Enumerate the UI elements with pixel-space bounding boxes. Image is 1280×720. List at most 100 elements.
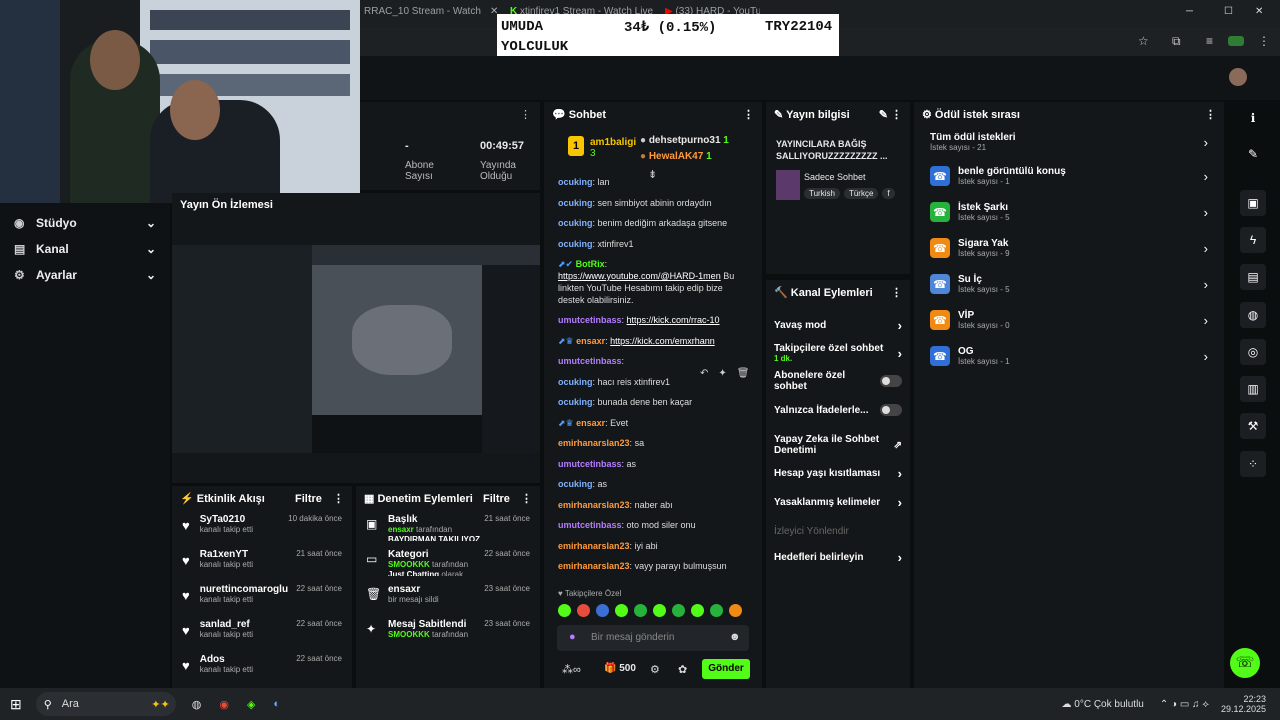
chat-message-bot[interactable]: ⬈✔ BotRix: https://www.youtube.com/@HARD… xyxy=(544,258,762,306)
lightning-icon[interactable]: ϟ xyxy=(1240,227,1266,253)
chat-username[interactable]: umutcetinbass xyxy=(558,315,622,325)
chat-message[interactable]: umutcetinbass: xyxy=(544,355,762,367)
toggle-switch[interactable] xyxy=(880,404,902,416)
info-icon[interactable]: ℹ xyxy=(1240,105,1266,131)
document-icon[interactable]: ▤ xyxy=(1240,264,1266,290)
chat-message[interactable]: ocuking: as xyxy=(544,478,762,490)
chat-input[interactable]: ● Bir mesaj gönderin ☻ xyxy=(557,625,749,651)
mod-action[interactable]: Hedefleri belirleyin › xyxy=(766,542,910,572)
chat-message[interactable]: ocuking: sen simbiyot abinin ordaydın xyxy=(544,197,762,209)
chat-message[interactable]: emirhanarslan23: vayy parayı bulmuşsun xyxy=(544,560,762,572)
broadcast-icon[interactable]: ◎ xyxy=(1240,339,1266,365)
nav-settings[interactable]: ⚙ Ayarlar ⌄ xyxy=(0,262,170,288)
chat-username[interactable]: BotRix xyxy=(576,259,605,269)
more-icon[interactable]: ⋮ xyxy=(891,286,902,299)
emote-icon[interactable] xyxy=(672,604,685,617)
audit-actor[interactable]: SMOOKKK xyxy=(388,630,430,639)
apps-icon[interactable]: ⁘ xyxy=(1240,451,1266,477)
points-display[interactable]: 🎁 500 xyxy=(604,663,636,674)
delete-icon[interactable]: 🗑 xyxy=(737,368,750,379)
mic-icon[interactable]: ● xyxy=(569,631,576,643)
stream-preview[interactable] xyxy=(172,245,540,453)
mod-action[interactable]: Yasaklanmış kelimeler › xyxy=(766,484,910,520)
chat-text[interactable]: https://kick.com/rrac-10 xyxy=(627,315,720,325)
leader-3[interactable]: ● HewalAK47 1 xyxy=(640,151,712,162)
emote-icon[interactable] xyxy=(577,604,590,617)
app-icon-1[interactable]: ◍ xyxy=(192,698,202,711)
chat-username[interactable]: ocuking xyxy=(558,198,593,208)
chat-message[interactable]: emirhanarslan23: sa xyxy=(544,437,762,449)
chat-username[interactable]: emirhanarslan23 xyxy=(558,561,630,571)
pencil-icon[interactable]: ✎ xyxy=(1240,141,1266,167)
reward-item[interactable]: ☎ Su İç İstek sayısı - 5 › xyxy=(914,266,1224,302)
tray-icons[interactable]: ⌃ ◑ ▭ ♫ ⟡ xyxy=(1160,699,1209,710)
chat-username[interactable]: ocuking xyxy=(558,397,593,407)
weather[interactable]: ☁ 0°C Çok bulutlu xyxy=(1061,699,1143,710)
mod-action[interactable]: Yalnızca İfadelerle... xyxy=(766,392,910,428)
steam-icon[interactable]: ◐ xyxy=(273,698,280,710)
chat-username[interactable]: ocuking xyxy=(558,239,593,249)
emote-icon[interactable] xyxy=(691,604,704,617)
chat-link[interactable]: https://www.youtube.com/@HARD-1men xyxy=(558,271,721,281)
chat-icon[interactable]: ◍ xyxy=(1240,302,1266,328)
nav-channel[interactable]: ▤ Kanal ⌄ xyxy=(0,236,170,262)
chat-text[interactable]: https://kick.com/emxrhann xyxy=(610,336,715,346)
chat-message[interactable]: umutcetinbass: https://kick.com/rrac-10 xyxy=(544,314,762,326)
audit-item[interactable]: ✦ Mesaj Sabitlendi SMOOKKK tarafından 23 sa… xyxy=(356,615,540,650)
maximize-button[interactable]: ☐ xyxy=(1224,6,1233,26)
audit-filter[interactable]: Filtre ⋮ xyxy=(483,492,532,505)
more-icon[interactable]: ⋮ xyxy=(520,108,531,121)
media-icon[interactable]: ≡ xyxy=(1206,34,1213,48)
chat-username[interactable]: umutcetinbass xyxy=(558,356,622,366)
mod-action[interactable]: Abonelere özel sohbet xyxy=(766,370,910,392)
mod-action[interactable]: Yavaş mod › xyxy=(766,314,910,336)
audit-item[interactable]: 🗑 ensaxr bir mesajı sildi 23 saat önce xyxy=(356,580,540,615)
pin-icon[interactable]: ✦ xyxy=(718,368,726,379)
mod-tools-icon[interactable]: ⁂∞ xyxy=(562,663,581,676)
emote-icon[interactable] xyxy=(558,604,571,617)
chat-message[interactable]: umutcetinbass: oto mod siler onu xyxy=(544,519,762,531)
tag[interactable]: f xyxy=(882,188,895,199)
tag[interactable]: Türkçe xyxy=(843,188,879,199)
clock[interactable]: 22:23 29.12.2025 xyxy=(1221,694,1266,714)
extensions-icon[interactable]: ⧉ xyxy=(1172,34,1181,49)
reply-icon[interactable]: ↶ xyxy=(700,368,708,379)
chat-message[interactable]: umutcetinbass: as xyxy=(544,458,762,470)
star-icon[interactable]: ☆ xyxy=(1138,34,1149,48)
camera-icon[interactable]: ▣ xyxy=(1240,190,1266,216)
chat-message[interactable]: ocuking: bunada dene ben kaçar xyxy=(544,396,762,408)
support-button[interactable]: ☏ xyxy=(1230,648,1260,678)
gift-icon[interactable]: ✿ xyxy=(678,663,687,676)
activity-item[interactable]: ♥ sanlad_ref kanalı takip etti 22 saat önce xyxy=(172,615,352,650)
gear-icon[interactable]: ⚙ xyxy=(650,663,660,676)
emoji-icon[interactable]: ☻ xyxy=(729,631,741,643)
mod-action[interactable]: Yapay Zeka ile Sohbet Denetimi ⇗ xyxy=(766,428,910,462)
more-icon[interactable]: ⋮ xyxy=(743,108,754,121)
activity-filter[interactable]: Filtre ⋮ xyxy=(295,492,344,505)
chat-message[interactable]: ocuking: xtinfirev1 xyxy=(544,238,762,250)
activity-item[interactable]: ♥ SyTa0210 kanalı takip etti 10 dakika önce xyxy=(172,510,352,545)
chat-username[interactable]: emirhanarslan23 xyxy=(558,500,630,510)
activity-item[interactable]: ♥ Ados kanalı takip etti 22 saat önce xyxy=(172,650,352,685)
chat-message[interactable]: ocuking: lan xyxy=(544,176,762,188)
windows-icon[interactable]: ⊞ xyxy=(10,696,22,713)
reward-item[interactable]: ☎ Sigara Yak İstek sayısı - 9 › xyxy=(914,230,1224,266)
activity-item[interactable]: ♥ nurettincomaroglu kanalı takip etti 22 sa… xyxy=(172,580,352,615)
edit-icon[interactable]: ✎ ⋮ xyxy=(879,108,902,121)
reward-item[interactable]: ☎ benle görüntülü konuş İstek sayısı - 1 › xyxy=(914,158,1224,194)
toggle-switch[interactable] xyxy=(880,375,902,387)
chat-username[interactable]: ensaxr xyxy=(576,418,605,428)
nav-studio[interactable]: ◉ Stüdyo ⌄ xyxy=(0,210,170,236)
chat-message[interactable]: ocuking: benim dediğim arkadaşa gitsene xyxy=(544,217,762,229)
taskbar-search[interactable]: ⚲ Ara ✦✦ xyxy=(35,692,176,716)
reward-item[interactable]: ☎ OG İstek sayısı - 1 › xyxy=(914,338,1224,374)
mod-action[interactable]: Hesap yaşı kısıtlaması › xyxy=(766,462,910,484)
chat-message[interactable]: ⬈♛ ensaxr: Evet xyxy=(544,417,762,429)
emote-icon[interactable] xyxy=(634,604,647,617)
audit-item[interactable]: ▭ Kategori SMOOKKK tarafından Just Chattin… xyxy=(356,545,540,580)
send-button[interactable]: Gönder xyxy=(702,659,750,679)
chat-username[interactable]: ocuking xyxy=(558,377,593,387)
close-window-button[interactable]: ✕ xyxy=(1255,6,1263,26)
emote-icon[interactable] xyxy=(729,604,742,617)
chat-username[interactable]: ensaxr xyxy=(576,336,605,346)
